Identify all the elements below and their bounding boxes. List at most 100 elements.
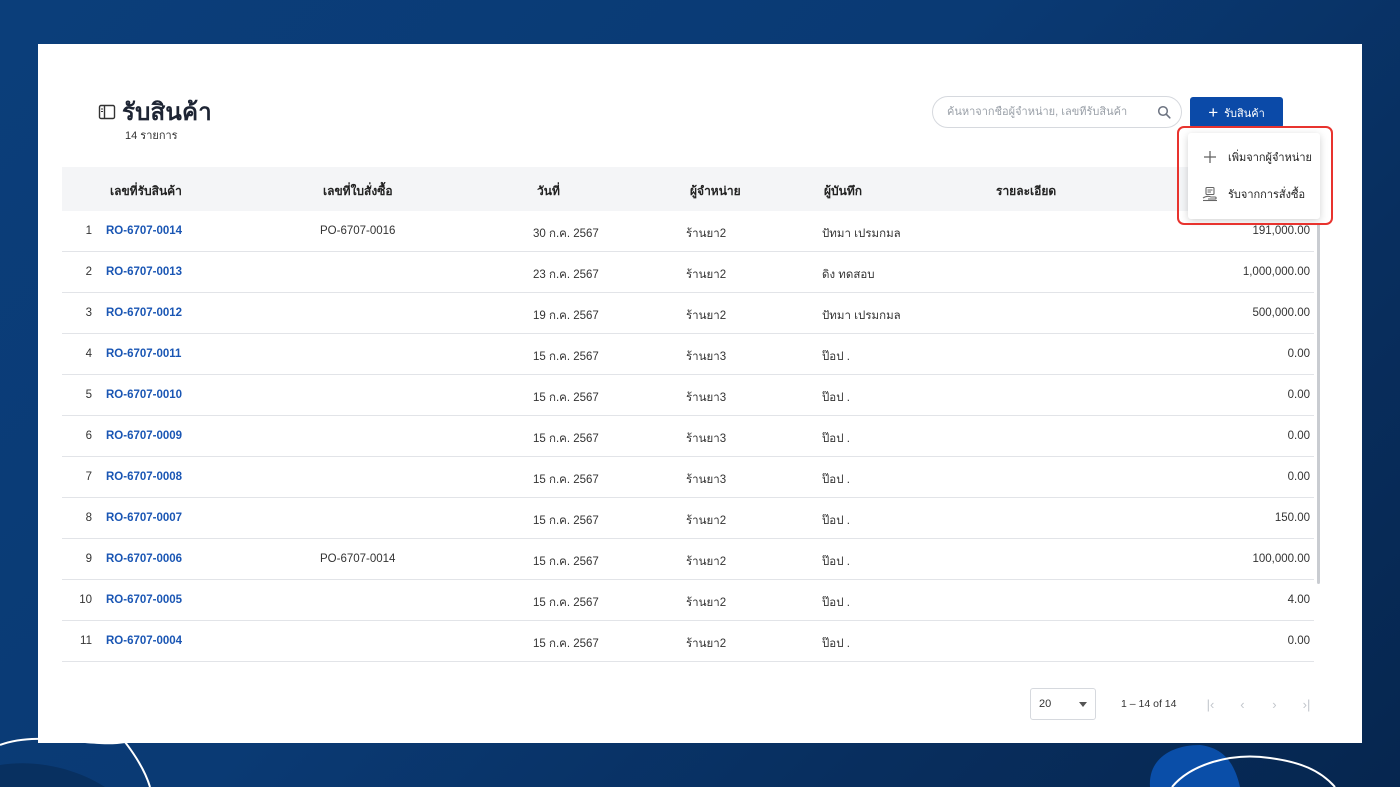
table-row[interactable]: 1 RO-6707-0014 PO-6707-0016 30 ก.ค. 2567 ร้า… <box>62 211 1314 252</box>
table-scrollbar[interactable] <box>1317 224 1320 584</box>
receipt-number-link[interactable]: RO-6707-0010 <box>106 389 182 401</box>
row-supplier: ร้านยา2 <box>686 515 727 527</box>
row-recorder: ป๊อป . <box>822 638 850 650</box>
receipts-table: เลขที่รับสินค้า เลขที่ใบสั่งซื้อ วันที่ … <box>62 167 1314 662</box>
col-po-no[interactable]: เลขที่ใบสั่งซื้อ <box>323 182 393 201</box>
table-row[interactable]: 10 RO-6707-0005 15 ก.ค. 2567 ร้านยา2 ป๊อป . 4… <box>62 580 1314 621</box>
search-box[interactable] <box>932 96 1182 128</box>
row-amount: 100,000.00 <box>1252 553 1310 565</box>
receipt-number-link[interactable]: RO-6707-0013 <box>106 266 182 278</box>
row-supplier: ร้านยา3 <box>686 433 727 445</box>
table-row[interactable]: 2 RO-6707-0013 23 ก.ค. 2567 ร้านยา2 ดิง ทดสอ… <box>62 252 1314 293</box>
search-input[interactable] <box>945 105 1157 119</box>
last-page-icon[interactable]: ›| <box>1290 697 1322 712</box>
po-number: PO-6707-0014 <box>320 553 396 565</box>
receipt-number-link[interactable]: RO-6707-0008 <box>106 471 182 483</box>
row-index: 8 <box>85 512 92 524</box>
table-row[interactable]: 8 RO-6707-0007 15 ก.ค. 2567 ร้านยา2 ป๊อป . 15… <box>62 498 1314 539</box>
row-supplier: ร้านยา3 <box>686 474 727 486</box>
sidebar-panel-icon[interactable] <box>98 103 116 121</box>
row-date: 15 ก.ค. 2567 <box>533 474 599 486</box>
row-supplier: ร้านยา2 <box>686 310 727 322</box>
table-row[interactable]: 7 RO-6707-0008 15 ก.ค. 2567 ร้านยา3 ป๊อป . 0.… <box>62 457 1314 498</box>
row-recorder: ป๊อป . <box>822 474 850 486</box>
row-amount: 1,000,000.00 <box>1242 266 1310 278</box>
row-recorder: ป๊อป . <box>822 392 850 404</box>
row-recorder: ป๊อป . <box>822 556 850 568</box>
row-supplier: ร้านยา2 <box>686 228 727 240</box>
chevron-down-icon <box>1079 701 1087 707</box>
row-amount: 500,000.00 <box>1252 307 1310 319</box>
row-index: 11 <box>80 635 92 647</box>
row-amount: 0.00 <box>1287 430 1310 442</box>
row-date: 15 ก.ค. 2567 <box>533 351 599 363</box>
receipt-number-link[interactable]: RO-6707-0012 <box>106 307 182 319</box>
col-supplier[interactable]: ผู้จำหน่าย <box>690 182 741 201</box>
row-index: 6 <box>85 430 92 442</box>
table-row[interactable]: 5 RO-6707-0010 15 ก.ค. 2567 ร้านยา3 ป๊อป . 0.… <box>62 375 1314 416</box>
search-icon[interactable] <box>1157 105 1171 119</box>
po-number: PO-6707-0016 <box>320 225 396 237</box>
col-recorder[interactable]: ผู้บันทึก <box>824 182 862 201</box>
receipt-number-link[interactable]: RO-6707-0006 <box>106 553 182 565</box>
page-size-value: 20 <box>1039 698 1052 710</box>
row-supplier: ร้านยา2 <box>686 638 727 650</box>
table-body: 1 RO-6707-0014 PO-6707-0016 30 ก.ค. 2567 ร้า… <box>62 211 1314 662</box>
col-details[interactable]: รายละเอียด <box>996 182 1056 201</box>
receipt-number-link[interactable]: RO-6707-0009 <box>106 430 182 442</box>
row-date: 23 ก.ค. 2567 <box>533 269 599 281</box>
main-card: รับสินค้า 14 รายการ + รับสินค้า เลขที่รั… <box>38 44 1362 743</box>
row-recorder: ป๊อป . <box>822 515 850 527</box>
receipt-number-link[interactable]: RO-6707-0014 <box>106 225 182 237</box>
first-page-icon[interactable]: |‹ <box>1194 697 1226 712</box>
row-index: 1 <box>85 225 92 237</box>
row-index: 5 <box>85 389 92 401</box>
row-amount: 0.00 <box>1287 635 1310 647</box>
row-date: 19 ก.ค. 2567 <box>533 310 599 322</box>
col-receipt-no[interactable]: เลขที่รับสินค้า <box>110 182 182 201</box>
paginator: 20 1 – 14 of 14 |‹ ‹ › ›| <box>1030 687 1322 721</box>
receipt-number-link[interactable]: RO-6707-0007 <box>106 512 182 524</box>
table-row[interactable]: 9 RO-6707-0006 PO-6707-0014 15 ก.ค. 2567 ร้า… <box>62 539 1314 580</box>
row-index: 7 <box>85 471 92 483</box>
row-recorder: ปัทมา เปรมกมล <box>822 310 901 322</box>
table-row[interactable]: 11 RO-6707-0004 15 ก.ค. 2567 ร้านยา2 ป๊อป . 0… <box>62 621 1314 662</box>
previous-page-icon[interactable]: ‹ <box>1226 697 1258 712</box>
row-amount: 0.00 <box>1287 389 1310 401</box>
row-supplier: ร้านยา2 <box>686 269 727 281</box>
row-date: 15 ก.ค. 2567 <box>533 392 599 404</box>
row-recorder: ป๊อป . <box>822 597 850 609</box>
receipt-number-link[interactable]: RO-6707-0004 <box>106 635 182 647</box>
receipt-number-link[interactable]: RO-6707-0011 <box>106 348 181 360</box>
row-date: 15 ก.ค. 2567 <box>533 433 599 445</box>
row-amount: 4.00 <box>1287 594 1310 606</box>
row-supplier: ร้านยา3 <box>686 351 727 363</box>
row-index: 2 <box>85 266 92 278</box>
page-size-select[interactable]: 20 <box>1030 688 1096 720</box>
row-supplier: ร้านยา2 <box>686 556 727 568</box>
table-row[interactable]: 3 RO-6707-0012 19 ก.ค. 2567 ร้านยา2 ปัทมา เป… <box>62 293 1314 334</box>
row-recorder: ป๊อป . <box>822 433 850 445</box>
row-date: 30 ก.ค. 2567 <box>533 228 599 240</box>
next-page-icon[interactable]: › <box>1258 697 1290 712</box>
col-date[interactable]: วันที่ <box>537 182 560 201</box>
receive-goods-button[interactable]: + รับสินค้า <box>1190 97 1283 128</box>
receipt-number-link[interactable]: RO-6707-0005 <box>106 594 182 606</box>
page-range-label: 1 – 14 of 14 <box>1121 698 1177 710</box>
row-supplier: ร้านยา2 <box>686 597 727 609</box>
row-amount: 150.00 <box>1274 512 1310 524</box>
plus-icon: + <box>1208 103 1219 122</box>
receive-goods-label: รับสินค้า <box>1224 107 1265 120</box>
row-recorder: ปัทมา เปรมกมล <box>822 228 901 240</box>
table-row[interactable]: 6 RO-6707-0009 15 ก.ค. 2567 ร้านยา3 ป๊อป . 0.… <box>62 416 1314 457</box>
row-recorder: ดิง ทดสอบ <box>822 269 875 281</box>
row-date: 15 ก.ค. 2567 <box>533 597 599 609</box>
row-index: 3 <box>85 307 92 319</box>
row-date: 15 ก.ค. 2567 <box>533 638 599 650</box>
row-date: 15 ก.ค. 2567 <box>533 515 599 527</box>
row-recorder: ป๊อป . <box>822 351 850 363</box>
table-row[interactable]: 4 RO-6707-0011 15 ก.ค. 2567 ร้านยา3 ป๊อป . 0.… <box>62 334 1314 375</box>
row-amount: 0.00 <box>1287 471 1310 483</box>
row-index: 4 <box>85 348 92 360</box>
row-index: 10 <box>79 594 92 606</box>
